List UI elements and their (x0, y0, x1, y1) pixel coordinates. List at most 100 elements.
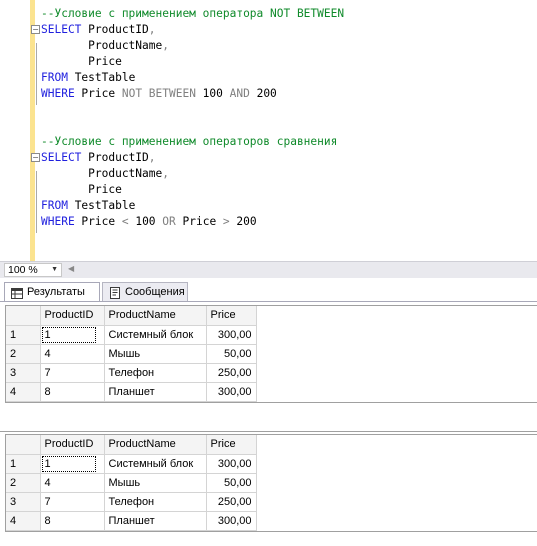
grid-corner-cell[interactable] (6, 435, 41, 455)
messages-icon (109, 287, 121, 306)
change-tracking-bar (30, 0, 35, 261)
code-line[interactable]: --Условие с применением операторов сравн… (41, 134, 537, 150)
cell-price[interactable]: 300,00 (206, 325, 257, 345)
result-table: ProductID ProductName Price 1 1 Системны… (6, 435, 257, 531)
grid-header-row: ProductID ProductName Price (6, 306, 257, 326)
table-row[interactable]: 2 4 Мышь 50,00 (6, 473, 257, 493)
collapse-icon[interactable]: − (31, 153, 40, 162)
cell-price[interactable]: 300,00 (206, 454, 257, 474)
cell-price[interactable]: 250,00 (206, 492, 257, 512)
row-number[interactable]: 3 (6, 492, 41, 512)
cell-price[interactable]: 250,00 (206, 363, 257, 383)
code-token: > (222, 215, 237, 228)
code-line[interactable]: Price (41, 182, 537, 198)
code-token: --Условие с применением операторов сравн… (41, 135, 338, 148)
collapse-icon[interactable]: − (31, 25, 40, 34)
cell-productname[interactable]: Планшет (104, 511, 207, 531)
sql-editor[interactable]: --Условие с применением оператора NOT BE… (0, 0, 537, 261)
table-row[interactable]: 4 8 Планшет 300,00 (6, 382, 257, 402)
cell-productid[interactable]: 8 (40, 382, 105, 402)
zoom-value: 100 % (8, 264, 38, 276)
cell-productname[interactable]: Телефон (104, 492, 207, 512)
cell-price[interactable]: 300,00 (206, 382, 257, 402)
cell-productid[interactable]: 8 (40, 511, 105, 531)
row-number[interactable]: 2 (6, 473, 41, 493)
row-number[interactable]: 1 (6, 454, 41, 474)
outline-guide-line (36, 43, 37, 105)
result-grid-2[interactable]: ProductID ProductName Price 1 1 Системны… (5, 434, 537, 532)
editor-gutter (0, 0, 30, 261)
code-token: Price (41, 183, 122, 196)
column-header-productid[interactable]: ProductID (40, 306, 105, 326)
cell-productid[interactable]: 4 (40, 473, 105, 493)
column-header-productid[interactable]: ProductID (40, 435, 105, 455)
row-number[interactable]: 1 (6, 325, 41, 345)
code-line[interactable]: ProductName, (41, 166, 537, 182)
code-token: TestTable (74, 199, 136, 212)
cell-productid[interactable]: 1 (40, 325, 105, 345)
code-line[interactable]: WHERE Price NOT BETWEEN 100 AND 200 (41, 86, 537, 102)
code-line[interactable]: ProductName, (41, 38, 537, 54)
code-token: , (148, 23, 156, 36)
cell-productname[interactable]: Планшет (104, 382, 207, 402)
cell-productid[interactable]: 7 (40, 492, 105, 512)
cell-productid[interactable]: 4 (40, 344, 105, 364)
column-header-price[interactable]: Price (206, 306, 257, 326)
cell-price[interactable]: 300,00 (206, 511, 257, 531)
code-line[interactable] (41, 118, 537, 134)
chevron-down-icon: ▼ (51, 266, 58, 273)
column-header-productname[interactable]: ProductName (104, 435, 207, 455)
column-header-productname[interactable]: ProductName (104, 306, 207, 326)
grid-header-row: ProductID ProductName Price (6, 435, 257, 455)
code-token: ProductName (41, 167, 163, 180)
grid-icon (11, 287, 23, 306)
code-line[interactable]: − SELECT ProductID, (31, 150, 537, 166)
column-header-price[interactable]: Price (206, 435, 257, 455)
zoom-dropdown[interactable]: 100 % ▼ (4, 263, 62, 277)
row-number[interactable]: 3 (6, 363, 41, 383)
table-row[interactable]: 3 7 Телефон 250,00 (6, 492, 257, 512)
code-line[interactable]: FROM TestTable (41, 70, 537, 86)
tab-results[interactable]: Результаты (4, 282, 100, 302)
tab-messages-label: Сообщения (125, 286, 185, 298)
code-line[interactable]: WHERE Price < 100 OR Price > 200 (41, 214, 537, 230)
sql-code-area[interactable]: --Условие с применением оператора NOT BE… (31, 6, 537, 230)
code-token: , (148, 151, 156, 164)
code-line[interactable]: --Условие с применением оператора NOT BE… (41, 6, 537, 22)
row-number[interactable]: 4 (6, 511, 41, 531)
cell-productname[interactable]: Мышь (104, 473, 207, 493)
scroll-left-icon[interactable]: ◀ (68, 264, 74, 273)
table-row[interactable]: 3 7 Телефон 250,00 (6, 363, 257, 383)
row-number[interactable]: 2 (6, 344, 41, 364)
code-token: 200 (256, 87, 277, 100)
tabs-divider (0, 301, 537, 302)
code-line[interactable]: Price (41, 54, 537, 70)
cell-productid[interactable]: 1 (40, 454, 105, 474)
cell-price[interactable]: 50,00 (206, 344, 257, 364)
code-token: 100 (135, 215, 163, 228)
cell-productname[interactable]: Мышь (104, 344, 207, 364)
cell-productname[interactable]: Телефон (104, 363, 207, 383)
result-grid-1[interactable]: ProductID ProductName Price 1 1 Системны… (5, 305, 537, 403)
table-row[interactable]: 4 8 Планшет 300,00 (6, 511, 257, 531)
tab-messages[interactable]: Сообщения (102, 282, 188, 302)
code-token: Price (41, 55, 122, 68)
table-row[interactable]: 1 1 Системный блок 300,00 (6, 454, 257, 474)
code-token: SELECT (41, 23, 89, 36)
grid-corner-cell[interactable] (6, 306, 41, 326)
code-token: NOT BETWEEN (121, 87, 203, 100)
code-line[interactable]: − SELECT ProductID, (31, 22, 537, 38)
code-token: ProductID (88, 151, 149, 164)
code-token: Price (81, 215, 122, 228)
code-token: 200 (236, 215, 257, 228)
table-row[interactable]: 1 1 Системный блок 300,00 (6, 325, 257, 345)
row-number[interactable]: 4 (6, 382, 41, 402)
table-row[interactable]: 2 4 Мышь 50,00 (6, 344, 257, 364)
cell-productname[interactable]: Системный блок (104, 454, 207, 474)
code-line[interactable] (41, 102, 537, 118)
cell-productid[interactable]: 7 (40, 363, 105, 383)
cell-productname[interactable]: Системный блок (104, 325, 207, 345)
code-line[interactable]: FROM TestTable (41, 198, 537, 214)
grid-splitter[interactable] (0, 431, 537, 432)
cell-price[interactable]: 50,00 (206, 473, 257, 493)
